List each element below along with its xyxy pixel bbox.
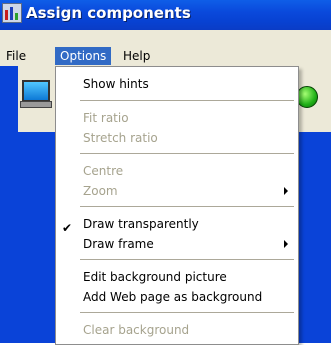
menu-file[interactable]: File bbox=[1, 47, 31, 65]
submenu-arrow-icon bbox=[284, 187, 288, 195]
menu-bar bbox=[0, 44, 331, 66]
menu-item-edit-background-picture[interactable]: Edit background picture bbox=[56, 266, 298, 288]
submenu-arrow-icon bbox=[284, 240, 288, 248]
menu-item-label: Centre bbox=[83, 164, 124, 178]
menu-item-label: Show hints bbox=[83, 77, 149, 91]
menu-item-label: Draw transparently bbox=[83, 217, 199, 231]
options-menu-dropdown: Show hints Fit ratio Stretch ratio Centr… bbox=[55, 66, 299, 345]
window-title: Assign components bbox=[26, 4, 191, 22]
title-bar[interactable]: Assign components bbox=[0, 0, 331, 30]
menu-item-label: Stretch ratio bbox=[83, 131, 158, 145]
menubar-top-band bbox=[0, 30, 331, 44]
menu-separator bbox=[80, 312, 294, 313]
menu-item-stretch-ratio: Stretch ratio bbox=[56, 127, 298, 149]
menu-separator bbox=[80, 206, 294, 207]
status-led-icon bbox=[296, 86, 318, 108]
menu-item-draw-transparently[interactable]: ✔ Draw transparently bbox=[56, 213, 298, 235]
menu-item-label: Draw frame bbox=[83, 237, 154, 251]
menu-separator bbox=[80, 259, 294, 260]
menu-item-zoom: Zoom bbox=[56, 180, 298, 202]
menu-item-draw-frame[interactable]: Draw frame bbox=[56, 233, 298, 255]
menu-item-clear-background: Clear background bbox=[56, 319, 298, 341]
computer-icon[interactable] bbox=[20, 80, 52, 108]
menu-item-centre: Centre bbox=[56, 160, 298, 182]
menu-item-label: Edit background picture bbox=[83, 270, 227, 284]
menu-separator bbox=[80, 100, 294, 101]
menu-item-add-web-page-background[interactable]: Add Web page as background bbox=[56, 286, 298, 308]
menu-item-label: Zoom bbox=[83, 184, 118, 198]
menu-options[interactable]: Options bbox=[55, 47, 112, 65]
menu-item-show-hints[interactable]: Show hints bbox=[56, 73, 298, 95]
app-chart-icon bbox=[2, 3, 22, 23]
menu-item-label: Clear background bbox=[83, 323, 190, 337]
menu-item-label: Fit ratio bbox=[83, 111, 129, 125]
window-left-border bbox=[0, 66, 18, 343]
menu-item-fit-ratio: Fit ratio bbox=[56, 107, 298, 129]
menu-separator bbox=[80, 153, 294, 154]
menu-help[interactable]: Help bbox=[118, 47, 155, 65]
menu-item-label: Add Web page as background bbox=[83, 290, 263, 304]
